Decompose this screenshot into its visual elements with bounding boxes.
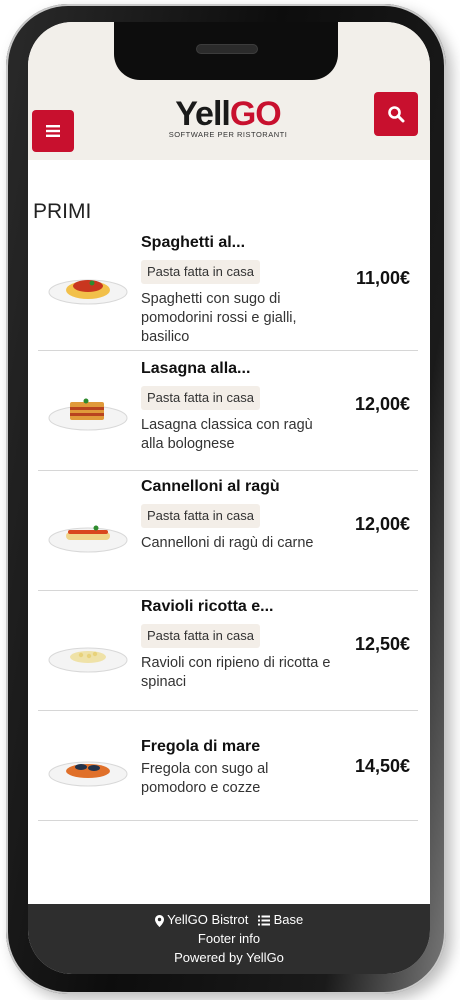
item-tag: Pasta fatta in casa <box>141 386 260 410</box>
cannelloni-dish-image <box>48 525 128 553</box>
speaker <box>196 44 258 54</box>
item-tag: Pasta fatta in casa <box>141 624 260 648</box>
menu-item[interactable]: Lasagna alla... Pasta fatta in casa Lasa… <box>38 352 418 471</box>
item-name: Cannelloni al ragù <box>141 478 280 495</box>
menu-button[interactable] <box>32 110 74 152</box>
spaghetti-dish-image <box>48 279 128 305</box>
footer-powered[interactable]: Powered by YellGo <box>28 948 430 967</box>
item-name: Fregola di mare <box>141 738 261 755</box>
search-button[interactable] <box>374 92 418 136</box>
item-price: 14,50€ <box>354 756 410 776</box>
footer-location[interactable]: YellGO Bistrot <box>167 912 248 927</box>
lasagna-dish-image <box>48 398 128 431</box>
item-description: Spaghetti con sugo di pomodorini rossi e… <box>141 291 297 345</box>
footer-menu[interactable]: Base <box>274 912 304 927</box>
item-price: 11,00€ <box>355 268 410 288</box>
logo: YellGO SOFTWARE PER RISTORANTI <box>168 96 288 139</box>
item-price: 12,00€ <box>354 514 410 534</box>
item-name: Ravioli ricotta e... <box>141 598 274 615</box>
item-description: Cannelloni di ragù di carne <box>141 535 314 551</box>
phone-frame: YellGO SOFTWARE PER RISTORANTI PRIMI Spa… <box>6 4 446 994</box>
menu-item[interactable]: Ravioli ricotta e... Pasta fatta in casa… <box>38 592 418 711</box>
section-title: PRIMI <box>33 200 92 223</box>
footer-info: Footer info <box>197 931 261 946</box>
logo-text-go: GO <box>229 95 282 133</box>
map-marker-icon <box>154 914 164 927</box>
item-price: 12,50€ <box>354 634 410 654</box>
screen: YellGO SOFTWARE PER RISTORANTI PRIMI Spa… <box>28 22 430 974</box>
menu-item[interactable]: Fregola di mare Fregola con sugo al pomo… <box>38 712 418 821</box>
menu-item[interactable]: Spaghetti al... Pasta fatta in casa Spag… <box>38 222 418 351</box>
ravioli-dish-image <box>48 647 128 673</box>
item-tag: Pasta fatta in casa <box>141 504 260 528</box>
menu-icon <box>46 125 60 137</box>
fregola-dish-image <box>48 761 128 787</box>
item-tag: Pasta fatta in casa <box>141 260 260 284</box>
footer-row-venue: YellGO Bistrot Base <box>28 904 430 929</box>
logo-tagline: SOFTWARE PER RISTORANTI <box>168 130 288 139</box>
list-icon <box>257 915 270 926</box>
footer: YellGO Bistrot Base Footer info Powered … <box>28 904 430 974</box>
item-name: Spaghetti al... <box>141 234 246 251</box>
search-icon <box>388 106 405 123</box>
item-description: Lasagna classica con ragù alla bolognese <box>141 417 313 452</box>
item-name: Lasagna alla... <box>141 360 251 377</box>
item-price: 12,00€ <box>354 394 410 414</box>
menu-item[interactable]: Cannelloni al ragù Pasta fatta in casa C… <box>38 472 418 591</box>
notch <box>114 22 338 80</box>
item-description: Fregola con sugo al pomodoro e cozze <box>141 761 269 796</box>
logo-text-yell: Yell <box>175 95 231 133</box>
item-description: Ravioli con ripieno di ricotta e spinaci <box>141 655 331 690</box>
